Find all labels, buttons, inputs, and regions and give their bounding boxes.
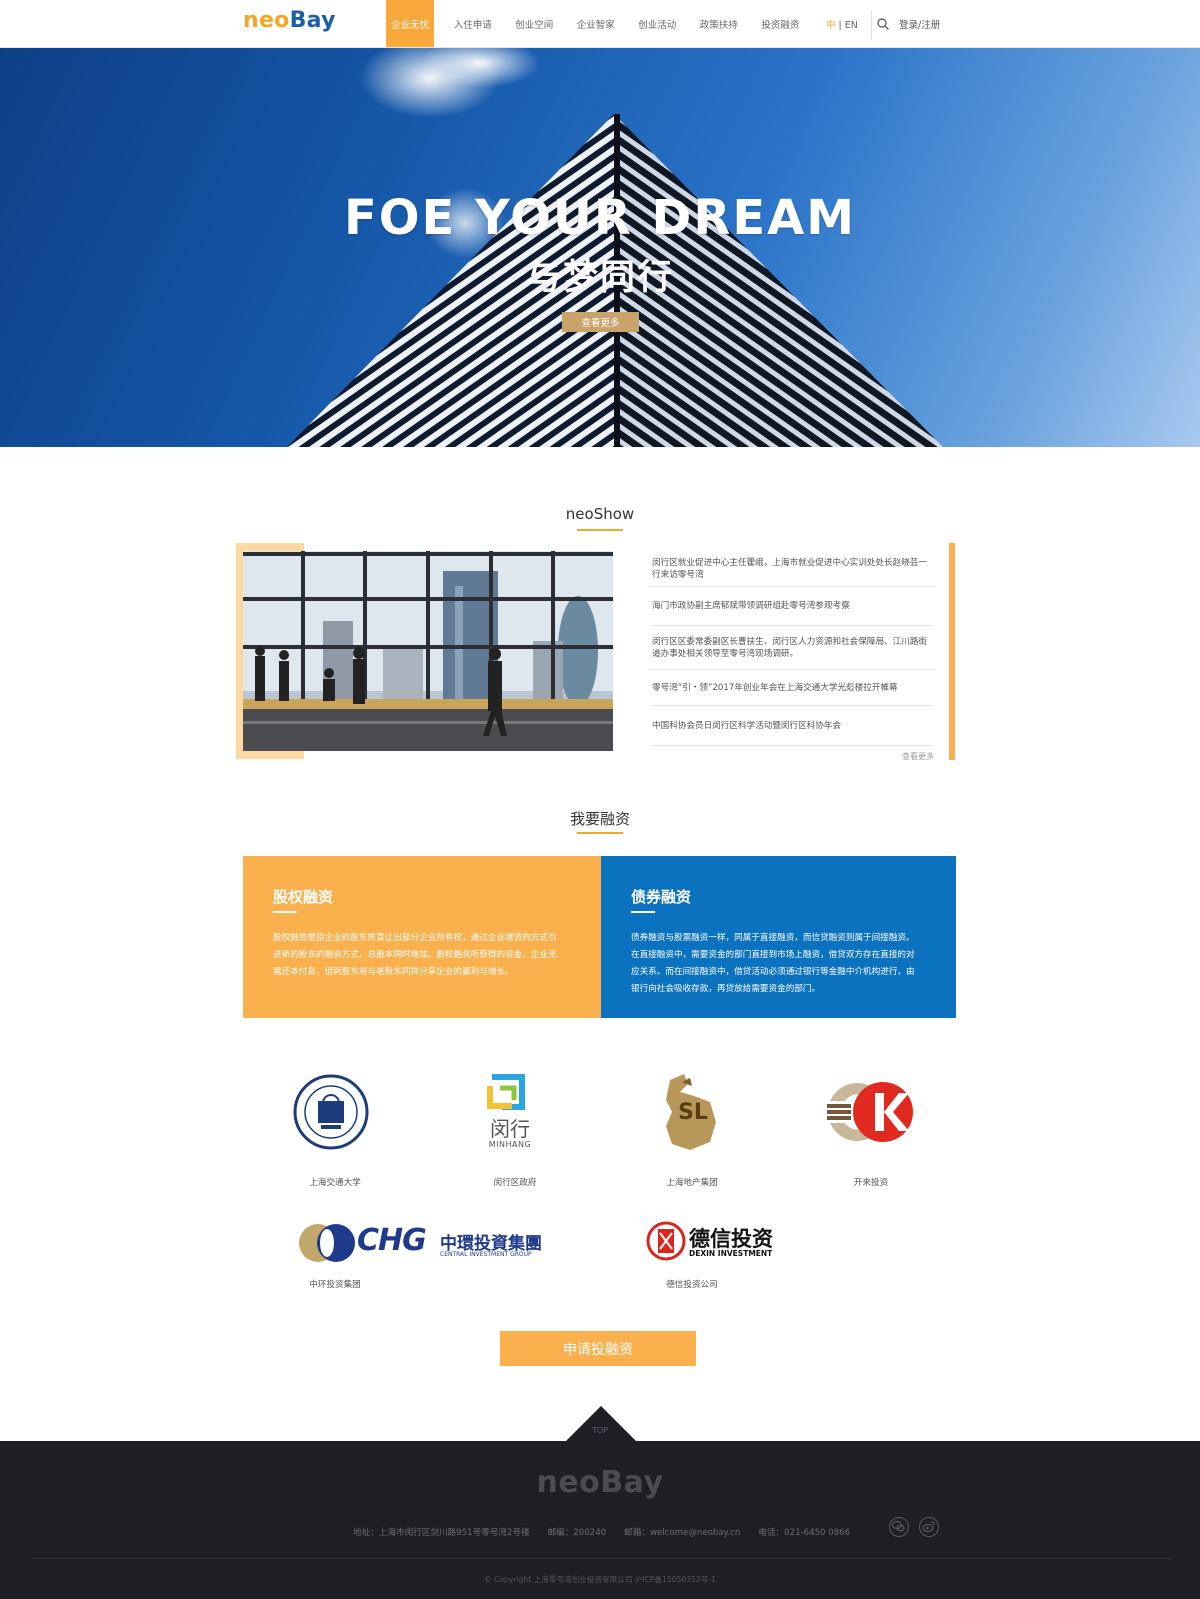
financing-title-underline (577, 832, 623, 834)
partner-name-kailai: 开来投资 (853, 1178, 889, 1188)
equity-title: 股权融资 (273, 888, 334, 906)
language-switch: 中 | EN (826, 17, 858, 31)
news-item-text: 中国科协会员日闵行区科学活动暨闵行区科协年会 (652, 720, 842, 731)
footer-logo: neoBay (536, 1465, 664, 1500)
footer-postcode: 邮编：200240 (547, 1528, 607, 1538)
kailai-logo (827, 1082, 913, 1142)
footer-copyright: © Copyright 上海零号湾创业投资有限公司 沪ICP备15050352号… (484, 1575, 716, 1584)
nav-divider (871, 10, 872, 40)
hero-building-image (287, 48, 943, 447)
news-accent-bar (949, 543, 955, 760)
lang-separator: | (835, 20, 845, 31)
partner-name-dexin: 德信投资公司 (666, 1280, 718, 1290)
sjtu-logo (293, 1074, 369, 1150)
page: neoBay 企业无忧 入住申请 创业空间 企业智家 创业活动 政策扶持 投资融… (0, 0, 1200, 1599)
minhang-logo-en: MINHANG (488, 1140, 532, 1149)
chg-logo-en: CENTRAL INVESTMENT GROUP (440, 1251, 532, 1258)
bond-line: 应关系。而在间接融资中，借贷活动必须通过银行等金融中介机构进行，由 (631, 967, 915, 977)
bond-description: 债券融资与股票融资一样，同属于直接融资，而信贷融资则属于间接融资。 在直接融资中… (631, 930, 915, 998)
hero-title: FOE YOUR DREAM (343, 190, 857, 246)
news-item-text: 闵行区区委常委副区长曹扶生、闵行区人力资源和社会保障局、江川路街道办事处相关领导… (652, 636, 928, 659)
logo-bay: Bay (289, 8, 336, 33)
dexin-logo-mark (646, 1221, 686, 1261)
bond-line: 债券融资与股票融资一样，同属于直接融资，而信贷融资则属于间接融资。 (631, 933, 915, 943)
footer-contact-info: 地址：上海市闵行区剑川路951号零号湾2号楼 邮编：200240 邮箱：welc… (353, 1526, 850, 1538)
bond-line: 在直接融资中，需要资金的部门直接到市场上融资，借贷双方存在直接的对 (631, 950, 915, 960)
logo[interactable]: neoBay (243, 8, 336, 33)
footer: neoBay 地址：上海市闵行区剑川路951号零号湾2号楼 邮编：200240 … (0, 1441, 1200, 1599)
equity-line: 需还本付息，但新股东将与老股东同样分享企业的赢利与增长。 (273, 967, 514, 977)
news-item-text: 海门市政协副主席郁斌带领调研组赴零号湾参观考察 (652, 601, 850, 611)
dexin-logo-en: DEXIN INVESTMENT (689, 1249, 773, 1258)
equity-line: 股权融资是指企业的股东愿意让出部分企业所有权，通过企业增资的方式引 (273, 933, 557, 943)
shanghai-land-sl-text: SL (678, 1100, 708, 1125)
login-register-link[interactable]: 登录/注册 (899, 17, 940, 31)
bond-financing-card[interactable]: 债券融资 债券融资与股票融资一样，同属于直接融资，而信贷融资则属于间接融资。 在… (601, 856, 956, 1018)
nav-item-events[interactable]: 创业活动 (627, 0, 689, 47)
footer-divider (31, 1558, 1172, 1559)
apply-investment-button[interactable]: 申请投融资 (500, 1331, 696, 1366)
nav-item-space[interactable]: 创业空间 (504, 0, 566, 47)
bond-title: 债券融资 (631, 888, 692, 906)
neoshow-title: neoShow (565, 505, 635, 523)
lang-zh[interactable]: 中 (826, 20, 836, 31)
bond-line: 银行向社会吸收存款，再贷放给需要资金的部门。 (631, 984, 821, 994)
equity-financing-card[interactable]: 股权融资 股权融资是指企业的股东愿意让出部分企业所有权，通过企业增资的方式引 进… (243, 856, 601, 1018)
footer-address: 地址：上海市闵行区剑川路951号零号湾2号楼 (353, 1528, 530, 1538)
bond-title-underline (631, 911, 655, 913)
minhang-logo-cn: 闵行 (490, 1117, 530, 1141)
news-list: 闵行区就业促进中心主任瞿峨，上海市就业促进中心实训处处长赵晓芸一行来访零号湾 海… (650, 551, 934, 746)
search-icon[interactable] (876, 17, 890, 31)
nav-item-investment[interactable]: 投资融资 (750, 0, 812, 47)
hero-subtitle: 与梦同行 (525, 258, 674, 298)
nav-item-policy[interactable]: 政策扶持 (688, 0, 750, 47)
hero-banner: FOE YOUR DREAM 与梦同行 查看更多 (0, 48, 1200, 447)
neoshow-photo[interactable] (243, 551, 613, 751)
equity-line: 进新的股东的融资方式，总股本同时增加。股权融资所获得的资金，企业无 (273, 950, 557, 960)
partner-name-shanghai-land: 上海地产集团 (666, 1178, 718, 1188)
main-nav: 企业无忧 入住申请 创业空间 企业智家 创业活动 政策扶持 投资融资 (386, 0, 811, 47)
office-window-image (243, 551, 613, 751)
chg-logo-mark (299, 1224, 355, 1262)
weibo-icon[interactable] (919, 1517, 939, 1537)
wechat-icon[interactable] (889, 1517, 909, 1537)
footer-phone: 电话：021-6450 0866 (758, 1528, 851, 1538)
partner-name-sjtu: 上海交通大学 (309, 1178, 361, 1188)
news-item-text: 零号湾“引・领”2017年创业年会在上海交通大学光彪楼拉开帷幕 (652, 682, 898, 693)
equity-title-underline (273, 911, 297, 913)
chg-logo-text: CHG (357, 1223, 427, 1258)
financing-title: 我要融资 (569, 810, 630, 828)
news-item[interactable]: 海门市政协副主席郁斌带领调研组赴零号湾参观考察 (650, 587, 934, 626)
nav-item-apply[interactable]: 入住申请 (442, 0, 504, 47)
equity-description: 股权融资是指企业的股东愿意让出部分企业所有权，通过企业增资的方式引 进新的股东的… (273, 930, 557, 981)
news-item[interactable]: 闵行区就业促进中心主任瞿峨，上海市就业促进中心实训处处长赵晓芸一行来访零号湾 (650, 551, 934, 587)
hero-more-button[interactable]: 查看更多 (562, 312, 639, 332)
news-item[interactable]: 零号湾“引・领”2017年创业年会在上海交通大学光彪楼拉开帷幕 (650, 670, 934, 706)
nav-item-smarthome[interactable]: 企业智家 (565, 0, 627, 47)
partner-name-minhang: 闵行区政府 (493, 1178, 537, 1188)
lang-en[interactable]: EN (845, 20, 858, 31)
logo-neo: neo (243, 8, 290, 33)
news-item-text: 闵行区就业促进中心主任瞿峨，上海市就业促进中心实训处处长赵晓芸一行来访零号湾 (652, 557, 928, 580)
news-item[interactable]: 中国科协会员日闵行区科学活动暨闵行区科协年会 (650, 706, 934, 746)
partner-name-chg: 中环投资集团 (309, 1280, 361, 1290)
back-to-top-label[interactable]: TOP (583, 1426, 617, 1435)
nav-item-enterprise[interactable]: 企业无忧 (386, 0, 434, 47)
neoshow-title-underline (577, 529, 623, 531)
header: neoBay 企业无忧 入住申请 创业空间 企业智家 创业活动 政策扶持 投资融… (0, 0, 1200, 48)
news-more-link[interactable]: 查看更多 (902, 751, 934, 762)
news-item[interactable]: 闵行区区委常委副区长曹扶生、闵行区人力资源和社会保障局、江川路街道办事处相关领导… (650, 626, 934, 670)
back-to-top-tab[interactable] (565, 1406, 637, 1442)
footer-email[interactable]: 邮箱：welcome@neobay.cn (624, 1526, 740, 1538)
